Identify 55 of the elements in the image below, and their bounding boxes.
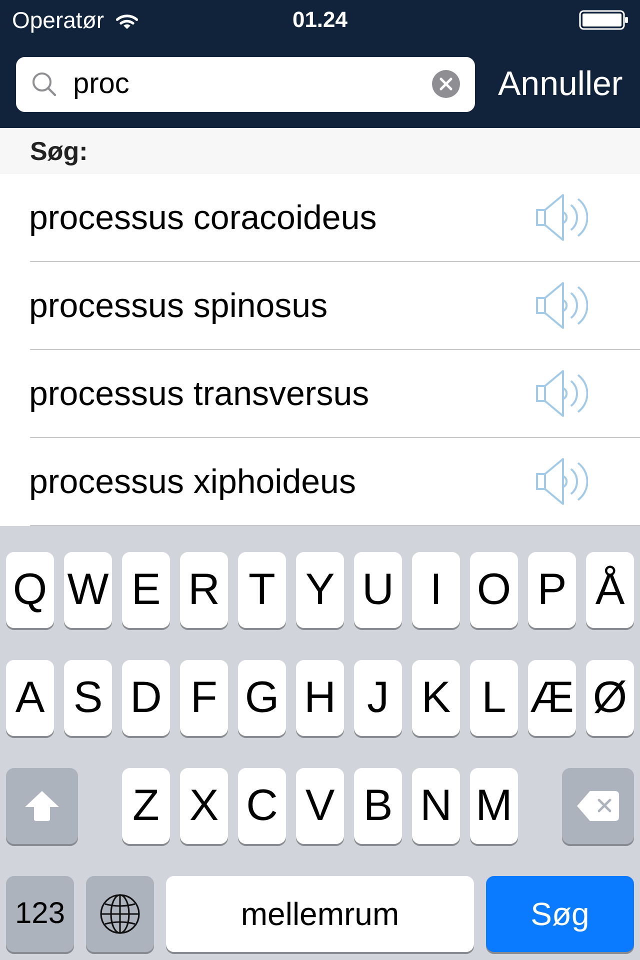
letter-key[interactable]: T <box>238 552 286 628</box>
letter-key[interactable]: L <box>470 660 518 736</box>
letter-key[interactable]: Z <box>122 768 170 844</box>
shift-key[interactable] <box>6 768 78 844</box>
delete-key[interactable] <box>562 768 634 844</box>
letter-key[interactable]: M <box>470 768 518 844</box>
letter-key[interactable]: F <box>180 660 228 736</box>
section-header: Søg: <box>0 128 640 174</box>
speaker-icon[interactable] <box>536 369 588 418</box>
carrier-name: Operatør <box>12 8 104 32</box>
battery-icon <box>578 10 628 30</box>
letter-key[interactable]: H <box>296 660 344 736</box>
result-term[interactable]: processus coracoideus <box>29 200 377 234</box>
letter-key[interactable]: S <box>64 660 112 736</box>
letter-key[interactable]: C <box>238 768 286 844</box>
space-bar[interactable]: mellemrum <box>166 876 474 952</box>
letter-key[interactable]: N <box>412 768 460 844</box>
letter-key[interactable]: R <box>180 552 228 628</box>
letter-key[interactable]: A <box>6 660 54 736</box>
letter-key[interactable]: B <box>354 768 402 844</box>
letter-key[interactable]: Æ <box>528 660 576 736</box>
letter-key[interactable]: W <box>64 552 112 628</box>
speaker-icon[interactable] <box>536 193 588 242</box>
letter-key[interactable]: G <box>238 660 286 736</box>
letter-key[interactable]: V <box>296 768 344 844</box>
letter-key[interactable]: J <box>354 660 402 736</box>
letter-key[interactable]: E <box>122 552 170 628</box>
search-field[interactable]: proc <box>16 56 475 112</box>
letter-key[interactable]: O <box>470 552 518 628</box>
search-icon <box>32 72 56 96</box>
letter-key[interactable]: Å <box>586 552 634 628</box>
letter-key[interactable]: I <box>412 552 460 628</box>
numbers-key[interactable]: 123 <box>6 876 74 952</box>
globe-icon <box>100 894 140 934</box>
letter-key[interactable]: K <box>412 660 460 736</box>
globe-key[interactable] <box>86 876 154 952</box>
wifi-icon <box>116 12 138 28</box>
clock-time: 01.24 <box>292 9 348 31</box>
letter-key[interactable]: D <box>122 660 170 736</box>
letter-key[interactable]: U <box>354 552 402 628</box>
search-key[interactable]: Søg <box>486 876 634 952</box>
letter-key[interactable]: Q <box>6 552 54 628</box>
result-term[interactable]: processus transversus <box>29 376 370 410</box>
letter-key[interactable]: Ø <box>586 660 634 736</box>
clear-icon[interactable] <box>432 70 460 98</box>
speaker-icon[interactable] <box>536 281 588 330</box>
letter-key[interactable]: X <box>180 768 228 844</box>
delete-icon <box>576 790 620 822</box>
shift-icon <box>24 790 60 822</box>
speaker-icon[interactable] <box>536 457 588 506</box>
cancel-button[interactable]: Annuller <box>498 67 623 101</box>
result-term[interactable]: processus spinosus <box>29 288 328 322</box>
letter-key[interactable]: Y <box>296 552 344 628</box>
letter-key[interactable]: P <box>528 552 576 628</box>
result-term[interactable]: processus xiphoideus <box>29 464 356 498</box>
